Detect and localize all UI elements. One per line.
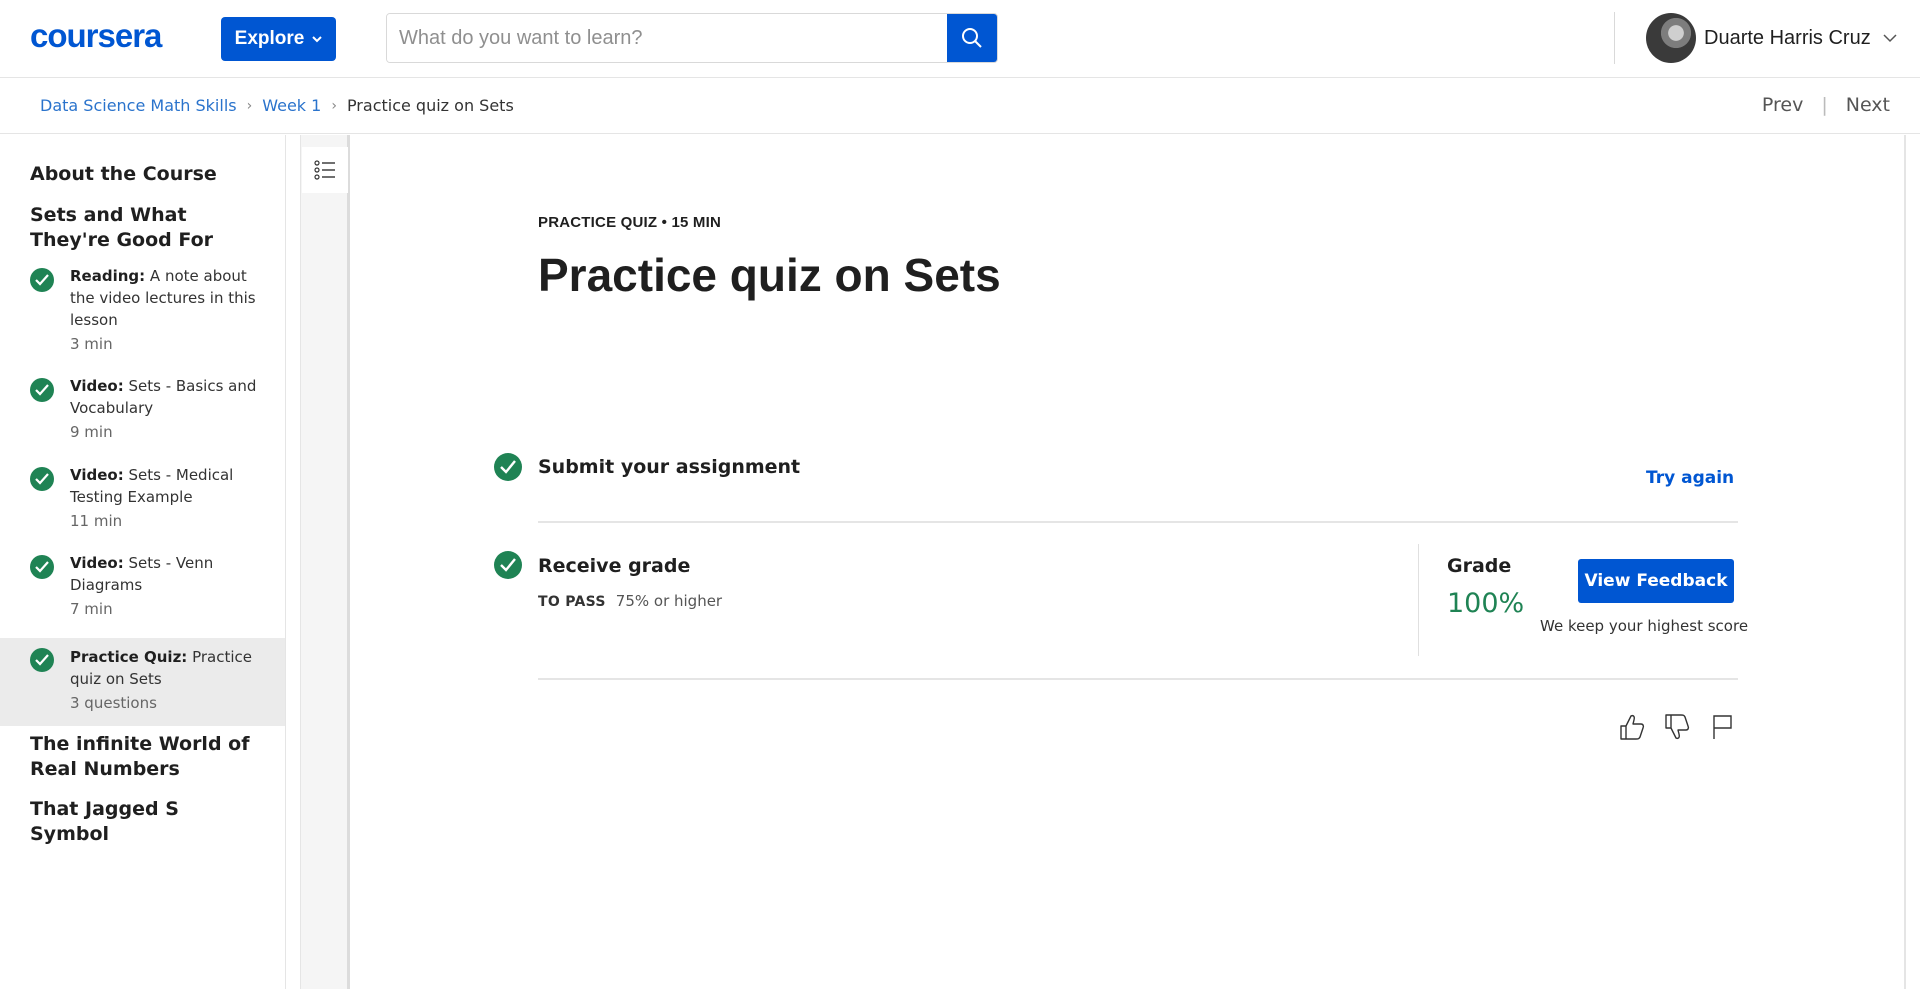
sidebar-item-video-medical[interactable]: Video: Sets - Medical Testing Example 11 … — [0, 464, 285, 544]
item-meta: 7 min — [70, 600, 113, 618]
item-meta: 9 min — [70, 423, 113, 441]
avatar — [1646, 13, 1696, 63]
sidebar-item-video-venn[interactable]: Video: Sets - Venn Diagrams 7 min — [0, 552, 285, 632]
sidebar-heading-jagged-s[interactable]: That Jagged S Symbol — [30, 797, 260, 847]
prev-next-nav: Prev | Next — [1762, 94, 1890, 116]
breadcrumb-week[interactable]: Week 1 — [262, 96, 321, 115]
sidebar-item-reading[interactable]: Reading: A note about the video lectures… — [0, 265, 285, 365]
submit-assignment-title: Submit your assignment — [538, 456, 801, 478]
item-meta: 11 min — [70, 512, 123, 530]
chevron-down-icon — [312, 36, 323, 43]
check-circle-icon — [494, 551, 522, 579]
view-feedback-button[interactable]: View Feedback — [1578, 559, 1734, 603]
breadcrumb-course[interactable]: Data Science Math Skills — [40, 96, 237, 115]
page-title: Practice quiz on Sets — [538, 249, 1001, 301]
check-circle-icon — [30, 555, 54, 579]
header-divider — [1614, 12, 1615, 64]
search-bar — [386, 13, 998, 63]
search-input[interactable] — [387, 14, 949, 62]
chevron-right-icon: › — [331, 97, 337, 114]
item-type: Video: — [70, 466, 124, 484]
item-type: Video: — [70, 377, 124, 395]
item-eyebrow: PRACTICE QUIZ • 15 MIN — [538, 214, 722, 231]
thumbs-down-icon[interactable] — [1663, 712, 1691, 742]
breadcrumb-bar: Data Science Math Skills › Week 1 › Prac… — [0, 78, 1920, 134]
grade-label: Grade — [1447, 555, 1512, 577]
breadcrumb: Data Science Math Skills › Week 1 › Prac… — [40, 96, 514, 115]
list-icon — [314, 160, 335, 180]
chevron-down-icon — [1883, 34, 1897, 43]
to-pass-value: 75% or higher — [615, 592, 723, 610]
grade-divider — [1418, 544, 1419, 656]
search-icon — [962, 28, 982, 48]
prev-button[interactable]: Prev — [1762, 94, 1803, 116]
search-button[interactable] — [947, 14, 997, 62]
divider — [538, 521, 1738, 523]
flag-icon[interactable] — [1708, 712, 1736, 742]
check-circle-icon — [30, 268, 54, 292]
receive-grade-title: Receive grade — [538, 555, 691, 577]
item-type: Practice Quiz: — [70, 648, 188, 666]
explore-button[interactable]: Explore — [221, 17, 336, 61]
check-circle-icon — [30, 378, 54, 402]
user-name: Duarte Harris Cruz — [1704, 26, 1871, 49]
sidebar-rail — [300, 135, 350, 989]
sidebar-heading-sets[interactable]: Sets and What They're Good For — [30, 203, 260, 253]
top-header: coursera Explore Duarte Harris Cruz — [0, 0, 1920, 78]
next-button[interactable]: Next — [1846, 94, 1890, 116]
sidebar-heading-real-numbers[interactable]: The infinite World of Real Numbers — [30, 732, 260, 782]
item-type: Reading: — [70, 267, 146, 285]
divider — [538, 678, 1738, 680]
sidebar-item-practice-quiz[interactable]: Practice Quiz: Practice quiz on Sets 3 qu… — [0, 638, 285, 726]
item-type: Video: — [70, 554, 124, 572]
scrollbar-track[interactable] — [1904, 135, 1906, 989]
sidebar-heading-about[interactable]: About the Course — [30, 162, 260, 187]
course-sidebar: About the Course Sets and What They're G… — [0, 135, 286, 989]
chevron-right-icon: › — [246, 97, 253, 114]
highest-score-note: We keep your highest score — [1540, 617, 1749, 635]
breadcrumb-current: Practice quiz on Sets — [346, 96, 514, 115]
feedback-icons — [1618, 712, 1736, 742]
item-meta: 3 questions — [70, 694, 157, 712]
nav-divider: | — [1821, 94, 1828, 116]
coursera-logo[interactable]: coursera — [30, 20, 192, 54]
grade-value: 100% — [1447, 588, 1525, 619]
to-pass-label: TO PASS — [538, 594, 606, 610]
explore-label: Explore — [234, 28, 305, 49]
try-again-link[interactable]: Try again — [1646, 468, 1734, 488]
check-circle-icon — [494, 453, 522, 481]
user-menu[interactable]: Duarte Harris Cruz — [1646, 13, 1897, 63]
check-circle-icon — [30, 648, 54, 672]
item-meta: 3 min — [70, 335, 113, 353]
thumbs-up-icon[interactable] — [1618, 712, 1646, 742]
pass-requirement: TO PASS 75% or higher — [538, 592, 722, 610]
toggle-sidebar-button[interactable] — [302, 147, 348, 193]
check-circle-icon — [30, 467, 54, 491]
svg-text:coursera: coursera — [30, 20, 163, 54]
sidebar-item-video-basics[interactable]: Video: Sets - Basics and Vocabulary 9 min — [0, 375, 285, 455]
